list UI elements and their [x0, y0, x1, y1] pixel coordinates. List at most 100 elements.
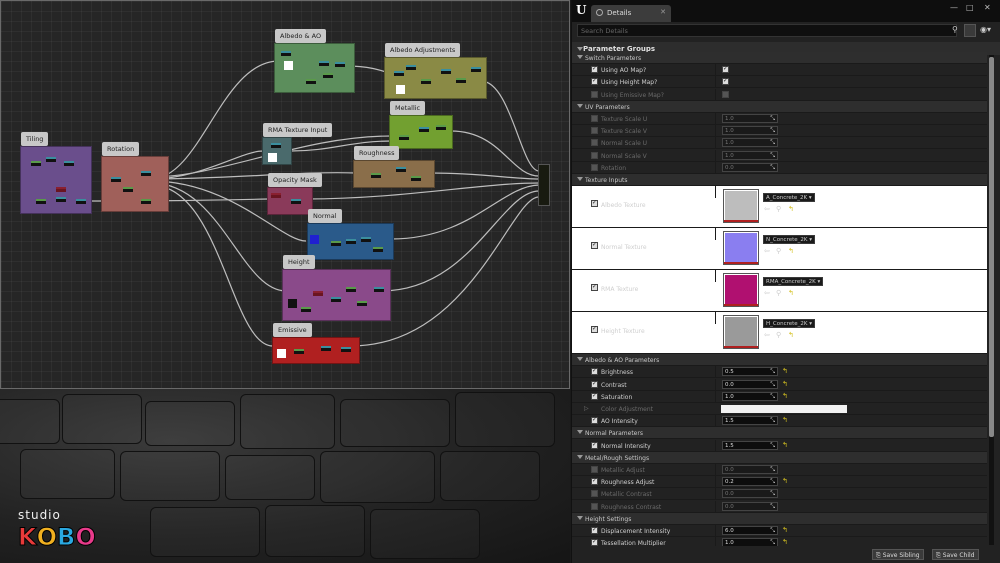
param-rotation[interactable]: Rotation 0.0 ⤡ [572, 161, 987, 174]
save-child-button[interactable]: ⎘ Save Child [932, 549, 979, 560]
graph-node[interactable] [373, 247, 383, 252]
column-divider[interactable] [715, 270, 716, 283]
graph-node[interactable] [374, 287, 384, 292]
value-input[interactable]: 0.5 ⤡ [722, 367, 778, 377]
column-divider[interactable] [715, 525, 716, 537]
graph-node[interactable] [331, 297, 341, 302]
asset-picker-dropdown[interactable]: RMA_Concrete_2K ▾ [763, 277, 824, 287]
texture-sample-node[interactable] [277, 349, 286, 358]
param-metallic-adjust[interactable]: Metallic Adjust 0.0 ⤡ [572, 464, 987, 476]
drag-handle-icon[interactable]: ⤡ [770, 442, 775, 450]
search-icon[interactable]: ⚲ [952, 25, 958, 34]
texture-sample-node[interactable] [310, 235, 319, 244]
graph-node[interactable] [141, 171, 151, 176]
value-input[interactable]: 1.5 ⤡ [722, 416, 778, 426]
drag-handle-icon[interactable]: ⤡ [770, 152, 775, 160]
reset-to-default-icon[interactable]: ↰ [788, 205, 794, 213]
drag-handle-icon[interactable]: ⤡ [770, 527, 775, 535]
view-options-eye-icon[interactable]: ◉▾ [980, 25, 991, 34]
override-checkbox[interactable] [591, 163, 598, 171]
value-input[interactable]: 6.0 ⤡ [722, 526, 778, 535]
minimize-icon[interactable]: — [950, 3, 958, 12]
reset-to-default-icon[interactable]: ↰ [788, 247, 794, 255]
override-checkbox[interactable] [591, 502, 598, 510]
override-checkbox[interactable] [591, 151, 598, 159]
value-input[interactable]: 0.0 ⤡ [722, 162, 778, 172]
column-divider[interactable] [715, 228, 716, 241]
graph-node[interactable] [406, 65, 416, 70]
browse-asset-icon[interactable]: ⚲ [776, 289, 781, 297]
texture-thumbnail[interactable] [723, 273, 759, 308]
value-input[interactable]: 0.0 ⤡ [722, 465, 778, 474]
graph-node[interactable] [471, 67, 481, 72]
texture-thumbnail[interactable] [723, 315, 759, 350]
expand-arrow-icon[interactable]: ▷ [584, 405, 589, 412]
value-input[interactable]: 1.0 ⤡ [722, 138, 778, 148]
override-checkbox[interactable] [591, 139, 598, 147]
category-uv-parameters[interactable]: UV Parameters [572, 100, 987, 113]
scrollbar-thumb[interactable] [989, 57, 994, 437]
column-divider[interactable] [715, 464, 716, 476]
drag-handle-icon[interactable]: ⤡ [770, 490, 775, 498]
drag-handle-icon[interactable]: ⤡ [770, 164, 775, 172]
graph-node[interactable] [141, 199, 151, 204]
column-divider[interactable] [715, 390, 716, 403]
texture-sample-node[interactable] [284, 61, 293, 70]
graph-node[interactable] [319, 61, 329, 66]
value-input[interactable]: 0.0 ⤡ [722, 489, 778, 499]
graph-node[interactable] [436, 125, 446, 130]
graph-node[interactable] [36, 199, 46, 204]
asset-picker-dropdown[interactable]: N_Concrete_2K ▾ [763, 235, 816, 245]
override-checkbox[interactable] [591, 380, 598, 388]
value-checkbox[interactable] [722, 77, 729, 86]
graph-node[interactable] [46, 157, 56, 162]
column-divider[interactable] [715, 76, 716, 89]
reset-to-default-icon[interactable]: ↰ [782, 416, 788, 424]
drag-handle-icon[interactable]: ⤡ [770, 393, 775, 401]
column-divider[interactable] [715, 439, 716, 452]
graph-node[interactable] [321, 346, 331, 351]
param-roughness-adjust[interactable]: Roughness Adjust 0.2 ⤡ ↰ [572, 476, 987, 489]
property-matrix-icon[interactable] [964, 24, 976, 37]
override-checkbox[interactable] [591, 241, 598, 250]
use-selected-asset-icon[interactable]: ⇦ [764, 247, 770, 255]
save-sibling-button[interactable]: ⎘ Save Sibling [872, 549, 924, 560]
graph-node[interactable] [399, 135, 409, 140]
graph-node[interactable] [291, 199, 301, 204]
graph-node[interactable] [357, 301, 367, 306]
graph-node[interactable] [346, 287, 356, 292]
column-divider[interactable] [715, 476, 716, 489]
param-saturation[interactable]: Saturation 1.0 ⤡ ↰ [572, 390, 987, 403]
graph-node[interactable] [411, 176, 421, 181]
column-divider[interactable] [715, 88, 716, 101]
graph-node[interactable] [456, 78, 466, 83]
override-checkbox[interactable] [591, 441, 598, 449]
graph-node[interactable] [421, 79, 431, 84]
category-metal-rough-settings[interactable]: Metal/Rough Settings [572, 451, 987, 464]
browse-asset-icon[interactable]: ⚲ [776, 331, 781, 339]
value-input[interactable]: 0.0 ⤡ [722, 379, 778, 389]
use-selected-asset-icon[interactable]: ⇦ [764, 289, 770, 297]
param-ao-intensity[interactable]: AO Intensity 1.5 ⤡ ↰ [572, 415, 987, 428]
reset-to-default-icon[interactable]: ↰ [788, 331, 794, 339]
column-divider[interactable] [715, 378, 716, 391]
param-displacement-intensity[interactable]: Displacement Intensity 6.0 ⤡ ↰ [572, 525, 987, 537]
override-checkbox[interactable] [591, 283, 598, 292]
category-albedo-ao-parameters[interactable]: Albedo & AO Parameters [572, 354, 987, 367]
override-checkbox[interactable] [591, 90, 598, 98]
color-swatch[interactable] [721, 405, 847, 413]
reset-to-default-icon[interactable]: ↰ [782, 392, 788, 400]
drag-handle-icon[interactable]: ⤡ [770, 127, 775, 135]
column-divider[interactable] [715, 149, 716, 162]
value-input[interactable]: 1.0 ⤡ [722, 126, 778, 136]
column-divider[interactable] [715, 125, 716, 138]
override-checkbox[interactable] [591, 367, 598, 376]
material-output-node[interactable] [538, 164, 550, 206]
graph-node[interactable] [341, 347, 351, 352]
param-rma-texture[interactable]: RMA Texture RMA_Concrete_2K ▾ ⇦ ⚲ ↰ [572, 270, 987, 313]
comment-height[interactable]: Height [282, 255, 391, 321]
value-input[interactable]: 1.0 ⤡ [722, 114, 778, 123]
category-texture-inputs[interactable]: Texture Inputs [572, 174, 987, 186]
reset-to-default-icon[interactable]: ↰ [782, 380, 788, 388]
drag-handle-icon[interactable]: ⤡ [770, 417, 775, 425]
